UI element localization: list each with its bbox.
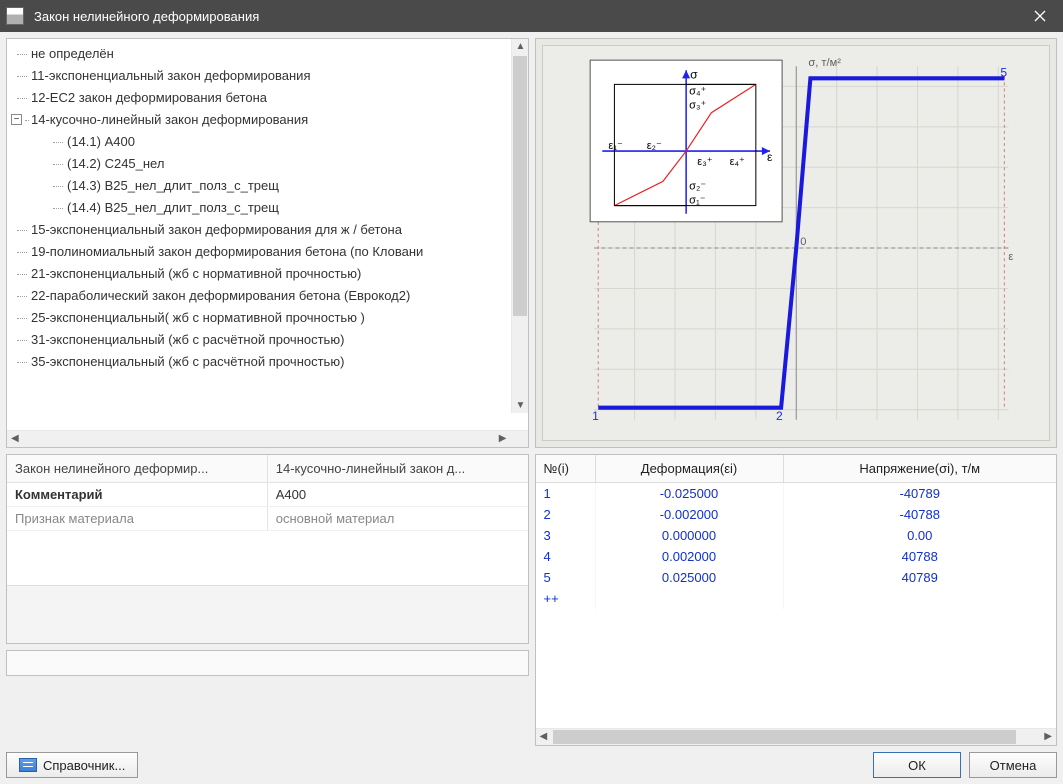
col-header-index[interactable]: №(i) [536, 455, 596, 482]
property-panel: Закон нелинейного деформир... 14-кусочно… [6, 454, 529, 644]
right-column: σ, т/м² ε 0 1 2 5 [535, 38, 1058, 746]
table-body[interactable]: 1-0.025000-407892-0.002000-4078830.00000… [536, 483, 1057, 728]
svg-text:σ₃⁺: σ₃⁺ [689, 100, 706, 112]
tree-item[interactable]: 22-параболический закон деформирования б… [13, 285, 528, 307]
property-description [7, 585, 528, 643]
scroll-left-icon: ◀ [11, 433, 19, 444]
prop-val: основной материал [268, 507, 528, 530]
tree-item-group14[interactable]: −14-кусочно-линейный закон деформировани… [13, 109, 528, 219]
tree-scrollbar-horizontal[interactable]: ◀ ▶ [7, 430, 528, 447]
reference-label: Справочник... [43, 758, 125, 773]
tree-item[interactable]: 11-экспоненциальный закон деформирования [13, 65, 528, 87]
data-table-panel: №(i) Деформация(εi) Напряжение(σi), т/м … [535, 454, 1058, 746]
reference-icon [19, 758, 37, 772]
table-header: №(i) Деформация(εi) Напряжение(σi), т/м [536, 455, 1057, 483]
cancel-button[interactable]: Отмена [969, 752, 1057, 778]
window: Закон нелинейного деформирования не опре… [0, 0, 1063, 784]
svg-text:ε: ε [766, 150, 772, 164]
window-title: Закон нелинейного деформирования [34, 9, 1017, 24]
chart-svg: σ, т/м² ε 0 1 2 5 [543, 46, 1050, 440]
prop-row-material[interactable]: Признак материала основной материал [7, 507, 528, 531]
prop-key: Признак материала [7, 507, 268, 530]
property-footer [6, 650, 529, 676]
scroll-right-icon: ▶ [1044, 731, 1052, 742]
svg-text:2: 2 [776, 409, 783, 423]
close-button[interactable] [1017, 0, 1063, 32]
table-row[interactable]: 40.00200040788 [536, 546, 1057, 567]
property-header: Закон нелинейного деформир... 14-кусочно… [7, 455, 528, 483]
close-icon [1034, 10, 1046, 22]
prop-header-right: 14-кусочно-линейный закон д... [268, 455, 528, 482]
table-scrollbar-horizontal[interactable]: ◀ ▶ [536, 728, 1057, 745]
prop-key: Комментарий [7, 483, 268, 506]
svg-text:1: 1 [592, 409, 599, 423]
prop-header-left: Закон нелинейного деформир... [7, 455, 268, 482]
svg-text:ε₄⁺: ε₄⁺ [729, 156, 744, 168]
tree-expander-icon[interactable]: − [11, 114, 22, 125]
svg-text:5: 5 [1000, 65, 1007, 79]
scroll-up-icon: ▲ [516, 41, 526, 52]
tree-item[interactable]: (14.3) В25_нел_длит_полз_с_трещ [49, 175, 528, 197]
col-header-strain[interactable]: Деформация(εi) [596, 455, 784, 482]
svg-text:ε₃⁺: ε₃⁺ [697, 156, 712, 168]
chart-panel: σ, т/м² ε 0 1 2 5 [535, 38, 1058, 448]
svg-text:0: 0 [800, 236, 806, 248]
ok-label: ОК [908, 758, 926, 773]
tree-item[interactable]: (14.4) В25_нел_длит_полз_с_трещ [49, 197, 528, 219]
scroll-left-icon: ◀ [540, 731, 548, 742]
scroll-right-icon: ▶ [499, 433, 507, 444]
tree-item[interactable]: 19-полиномиальный закон деформирования б… [13, 241, 528, 263]
svg-text:σ₄⁺: σ₄⁺ [689, 85, 706, 97]
prop-row-comment[interactable]: Комментарий А400 [7, 483, 528, 507]
tree-item[interactable]: 21-экспоненциальный (жб с нормативной пр… [13, 263, 528, 285]
left-column: не определён11-экспоненциальный закон де… [6, 38, 529, 746]
client-area: не определён11-экспоненциальный закон де… [0, 32, 1063, 784]
prop-val: А400 [268, 483, 528, 506]
cancel-label: Отмена [990, 758, 1037, 773]
tree-scrollbar-vertical[interactable]: ▲ ▼ [511, 39, 528, 413]
main-row: не определён11-экспоненциальный закон де… [6, 38, 1057, 746]
tree-item[interactable]: 12-EC2 закон деформирования бетона [13, 87, 528, 109]
dialog-buttons: ОК Отмена [873, 752, 1057, 778]
button-row: Справочник... ОК Отмена [6, 746, 1057, 778]
svg-text:σ, т/м²: σ, т/м² [808, 57, 841, 69]
table-row[interactable]: 1-0.025000-40789 [536, 483, 1057, 504]
tree-item[interactable]: (14.2) С245_нел [49, 153, 528, 175]
svg-text:σ₁⁻: σ₁⁻ [689, 195, 706, 207]
svg-text:ε: ε [1008, 251, 1013, 263]
tree-item[interactable]: 25-экспоненциальный( жб с нормативной пр… [13, 307, 528, 329]
table-add-row[interactable]: ++ [536, 588, 1057, 609]
tree-item[interactable]: не определён [13, 43, 528, 65]
col-header-stress[interactable]: Напряжение(σi), т/м [784, 455, 1057, 482]
svg-text:σ₂⁻: σ₂⁻ [689, 180, 706, 192]
law-tree[interactable]: не определён11-экспоненциальный закон де… [7, 39, 528, 430]
svg-text:ε₁⁻: ε₁⁻ [608, 140, 623, 152]
tree-item[interactable]: 35-экспоненциальный (жб с расчётной проч… [13, 351, 528, 373]
scroll-thumb[interactable] [513, 56, 527, 316]
scroll-down-icon: ▼ [516, 400, 526, 411]
scroll-thumb[interactable] [553, 730, 1017, 744]
tree-item-label: 14-кусочно-линейный закон деформирования [31, 112, 308, 127]
tree-item[interactable]: (14.1) А400 [49, 131, 528, 153]
table-row[interactable]: 2-0.002000-40788 [536, 504, 1057, 525]
ok-button[interactable]: ОК [873, 752, 961, 778]
reference-button[interactable]: Справочник... [6, 752, 138, 778]
app-icon [6, 7, 24, 25]
svg-text:ε₂⁻: ε₂⁻ [646, 140, 661, 152]
titlebar: Закон нелинейного деформирования [0, 0, 1063, 32]
svg-text:σ: σ [690, 67, 698, 81]
table-row[interactable]: 30.0000000.00 [536, 525, 1057, 546]
chart-area: σ, т/м² ε 0 1 2 5 [542, 45, 1051, 441]
tree-item[interactable]: 15-экспоненциальный закон деформирования… [13, 219, 528, 241]
tree-item[interactable]: 31-экспоненциальный (жб с расчётной проч… [13, 329, 528, 351]
law-tree-panel: не определён11-экспоненциальный закон де… [6, 38, 529, 448]
table-row[interactable]: 50.02500040789 [536, 567, 1057, 588]
